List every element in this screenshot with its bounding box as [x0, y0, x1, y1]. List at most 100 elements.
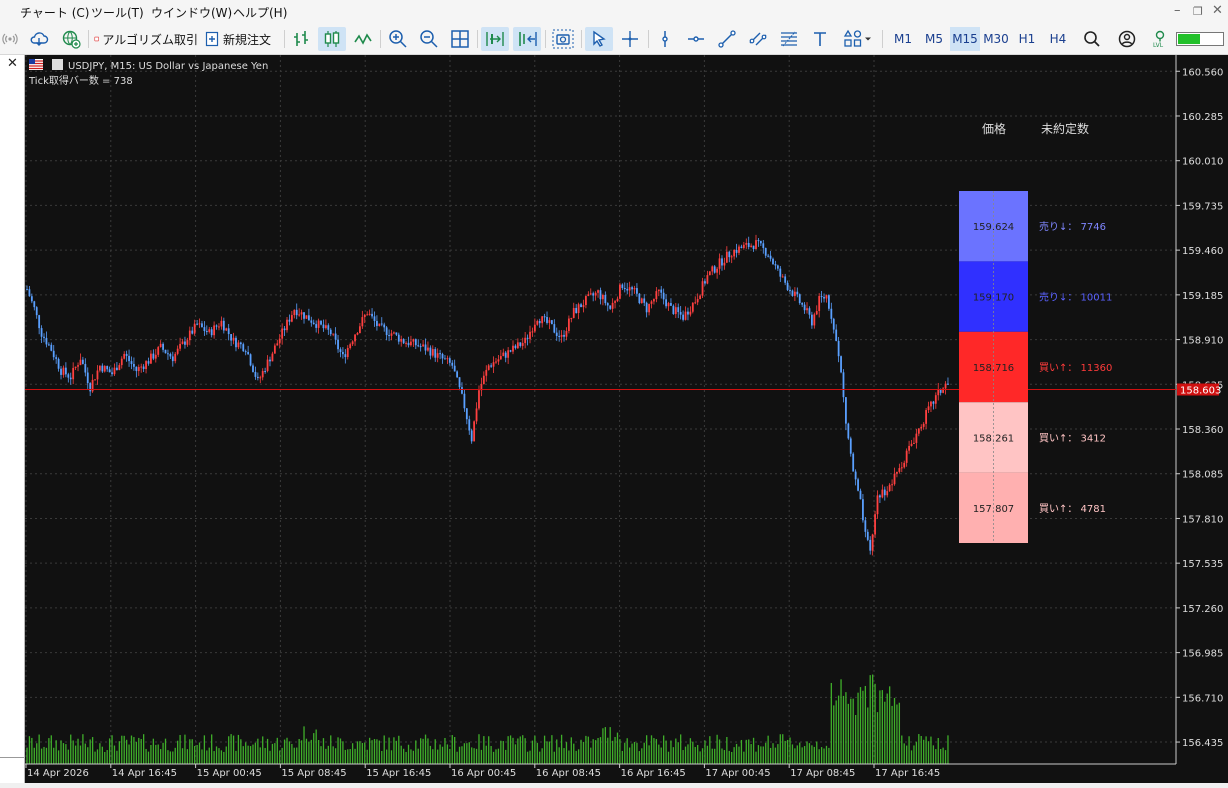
candle-body	[881, 489, 884, 498]
candle-body	[696, 299, 699, 303]
candle-body	[633, 288, 636, 290]
candle-body	[492, 362, 495, 367]
candle-body	[587, 294, 590, 297]
globe-add-icon[interactable]	[58, 27, 84, 51]
timeframe-h1[interactable]: H1	[1012, 27, 1042, 51]
candle-body	[198, 323, 201, 325]
horizontal-line-icon[interactable]	[683, 27, 709, 51]
candle-body	[317, 320, 320, 328]
candle-body	[849, 438, 852, 454]
candle-body	[79, 359, 82, 366]
new-order-button[interactable]: 新規注文	[204, 27, 280, 51]
candle-body	[798, 294, 801, 303]
candle-body	[723, 262, 726, 266]
candle-body	[801, 302, 804, 305]
menu-tools[interactable]: ツール(T)	[91, 4, 144, 21]
x-tick-label: 16 Apr 16:45	[621, 768, 686, 779]
candle-body	[708, 271, 711, 276]
bar-chart-icon[interactable]	[288, 27, 314, 51]
candle-body	[808, 308, 811, 315]
timeframe-h4[interactable]: H4	[1043, 27, 1073, 51]
candle-body	[259, 377, 262, 379]
candle-body	[174, 353, 177, 362]
timeframe-m30[interactable]: M30	[981, 27, 1011, 51]
candle-body	[791, 290, 794, 296]
menu-help[interactable]: ヘルプ(H)	[233, 4, 287, 21]
text-icon[interactable]	[807, 27, 833, 51]
cursor-icon[interactable]	[585, 27, 613, 51]
candle-body	[915, 433, 918, 443]
chart-shift-icon[interactable]	[513, 27, 541, 51]
candle-body	[47, 344, 50, 346]
candle-body	[179, 343, 181, 349]
y-tick-label: 158.910	[1182, 336, 1223, 347]
algo-trading-button[interactable]: アルゴリズム取引	[94, 27, 198, 51]
connection-status-icon[interactable]	[1175, 27, 1225, 51]
zoom-in-icon[interactable]	[385, 27, 411, 51]
crosshair-icon[interactable]	[617, 27, 643, 51]
account-icon[interactable]	[1114, 27, 1140, 51]
candle-body	[468, 419, 471, 431]
candle-body	[786, 282, 789, 290]
candle-body	[883, 489, 886, 496]
line-chart-icon[interactable]	[350, 27, 376, 51]
status-bar	[0, 783, 1228, 788]
candle-body	[711, 266, 714, 272]
trend-line-icon[interactable]	[714, 27, 740, 51]
timeframe-m5[interactable]: M5	[919, 27, 949, 51]
timeframe-m1[interactable]: M1	[888, 27, 918, 51]
timeframe-m15[interactable]: M15	[950, 27, 980, 51]
restore-button[interactable]: ❐	[1193, 5, 1203, 18]
vertical-line-icon[interactable]	[652, 27, 678, 51]
chart-window[interactable]: 160.560 160.285 160.010 159.735 159.460 159.1…	[25, 55, 1228, 783]
candle-body	[900, 467, 903, 469]
new-order-icon	[205, 31, 219, 47]
candle-body	[504, 352, 507, 358]
cloud-download-icon[interactable]	[26, 27, 52, 51]
candle-body	[650, 301, 653, 304]
candle-body	[135, 366, 138, 372]
screenshot-icon[interactable]	[549, 27, 577, 51]
candle-body	[643, 298, 646, 303]
candlestick-chart-icon[interactable]	[318, 27, 346, 51]
candle-body	[232, 337, 235, 341]
candle-body	[495, 361, 497, 363]
close-button[interactable]: ✕	[1212, 3, 1223, 18]
ob-level-count: 売り↓： 10011	[1039, 291, 1112, 304]
candle-body	[220, 320, 223, 327]
fibonacci-icon[interactable]	[776, 27, 802, 51]
menu-window[interactable]: ウインドウ(W)	[151, 4, 232, 21]
candle-body	[716, 268, 719, 273]
channel-icon[interactable]	[745, 27, 771, 51]
candle-body	[407, 342, 410, 346]
candle-body	[473, 421, 476, 442]
candle-body	[196, 323, 198, 325]
candle-body	[521, 343, 524, 346]
menu-chart[interactable]: チャート (C)	[20, 4, 89, 21]
candle-body	[383, 324, 386, 328]
signal-level-icon[interactable]: LVL	[1148, 27, 1172, 51]
candle-body	[682, 314, 684, 320]
minimize-button[interactable]: –	[1174, 3, 1181, 18]
signal-icon[interactable]	[0, 27, 20, 51]
panel-close-button[interactable]: ✕	[7, 56, 18, 71]
x-tick-label: 15 Apr 00:45	[197, 768, 262, 779]
auto-scroll-icon[interactable]	[481, 27, 509, 51]
ob-level-count: 買い↑： 4781	[1039, 503, 1106, 515]
tile-windows-icon[interactable]	[447, 27, 473, 51]
candle-body	[512, 345, 514, 352]
y-tick-label: 160.010	[1182, 157, 1223, 168]
zoom-out-icon[interactable]	[416, 27, 442, 51]
candle-body	[465, 408, 468, 420]
candle-body	[312, 322, 315, 325]
search-icon[interactable]	[1079, 27, 1105, 51]
candle-body	[38, 315, 41, 329]
price-chart[interactable]: 160.560 160.285 160.010 159.735 159.460 159.1…	[25, 55, 1228, 783]
candle-body	[359, 326, 361, 334]
shapes-dropdown-button[interactable]	[838, 27, 878, 51]
candle-body	[725, 251, 728, 263]
candle-body	[502, 352, 505, 357]
candle-body	[640, 298, 643, 304]
menu-bar: チャート (C) ツール(T) ウインドウ(W) ヘルプ(H) – ❐ ✕	[0, 0, 1228, 24]
candle-body	[52, 350, 55, 358]
